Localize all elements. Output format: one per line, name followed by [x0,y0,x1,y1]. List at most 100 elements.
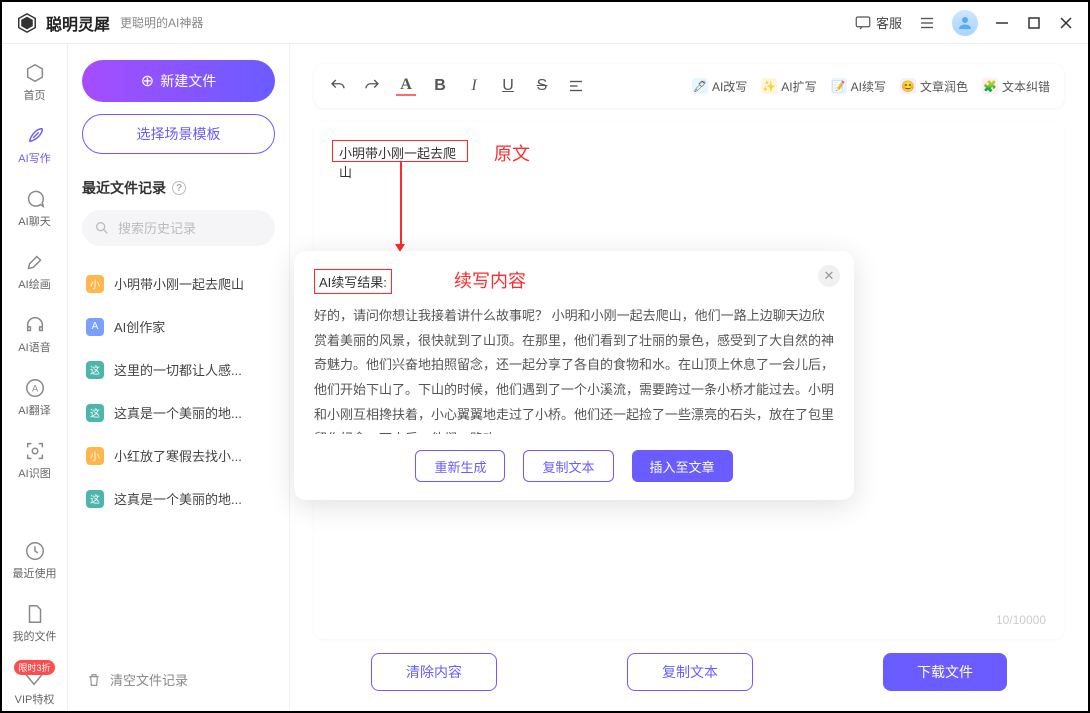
ai-tool-icon: 🧩 [982,78,998,94]
ai-tool-icon: 🖊 [692,78,708,94]
insert-button[interactable]: 插入至文章 [632,450,733,482]
file-tag: 小 [86,447,104,465]
source-text-box: 小明带小刚一起去爬山 [332,140,468,162]
file-name: 这真是一个美丽的地... [114,489,242,508]
translate-icon: A [24,377,46,399]
help-icon[interactable]: ? [172,181,186,195]
nav-label: AI识图 [18,465,50,481]
app-logo-icon [16,12,38,34]
nav-aivoice[interactable]: AI语音 [2,310,67,359]
clear-history-button[interactable]: 清空文件记录 [82,658,275,701]
file-tag: 这 [86,361,104,379]
file-item[interactable]: A AI创作家 [82,305,275,348]
nav-label: AI聊天 [18,213,50,229]
underline-icon[interactable]: U [498,76,518,96]
ai-tool-AI续写[interactable]: 📝AI续写 [831,78,886,95]
user-avatar[interactable] [952,10,978,36]
nav-aichat[interactable]: AI聊天 [2,184,67,233]
promo-badge: 限时3折 [14,660,54,675]
char-counter: 10/10000 [996,613,1046,627]
feather-icon [24,125,46,147]
nav-aitranslate[interactable]: A AI翻译 [2,373,67,422]
popup-body: 好的，请问你想让我接着讲什么故事呢？ 小明和小刚一起去爬山，他们一路上边聊天边欣… [314,304,834,434]
file-tag: A [86,318,104,336]
svg-text:A: A [31,384,38,394]
ai-tool-label: 文本纠错 [1002,78,1050,95]
ai-tool-icon: 📝 [831,78,847,94]
nav-aiimage[interactable]: AI识图 [2,436,67,485]
bottom-bar: 清除内容 复制文本 下载文件 [314,639,1064,697]
file-name: 这里的一切都让人感... [114,360,242,379]
app-title: 聪明灵犀 [46,11,110,35]
feedback-button[interactable]: 客服 [854,13,902,32]
undo-icon[interactable] [328,76,348,96]
strike-icon[interactable]: S [532,76,552,96]
italic-icon[interactable]: I [464,76,484,96]
align-icon[interactable] [566,76,586,96]
nav-rail: 首页 AI写作 AI聊天 AI绘画 AI语音 A AI翻译 AI识图 最近使用 我… [2,44,68,711]
nav-label: VIP特权 [15,691,55,707]
titlebar: 聪明灵犀 更聪明的AI神器 客服 [2,2,1088,44]
bold-icon[interactable]: B [430,76,450,96]
file-item[interactable]: 这这真是一个美丽的地... [82,391,275,434]
minimize-button[interactable] [994,15,1010,31]
ai-tool-label: AI改写 [712,78,747,95]
ai-tool-label: AI续写 [851,78,886,95]
editor-toolbar: A B I U S 🖊AI改写 ✨AI扩写 📝AI续写 😊文章润色 🧩文本纠错 [314,64,1064,108]
nav-label: 我的文件 [13,628,57,644]
chat-icon [854,14,872,32]
file-name: 小明带小刚一起去爬山 [114,274,244,293]
nav-aidraw[interactable]: AI绘画 [2,247,67,296]
nav-vip[interactable]: 限时3折 VIP特权 [2,662,67,711]
file-name: AI创作家 [114,317,165,336]
nav-aiwrite[interactable]: AI写作 [2,121,67,170]
annotation-source: 原文 [494,140,530,166]
file-item[interactable]: 小小明带小刚一起去爬山 [82,262,275,305]
headphone-icon [24,314,46,336]
file-tag: 这 [86,404,104,422]
search-box[interactable] [82,210,275,246]
ai-tool-AI扩写[interactable]: ✨AI扩写 [761,78,816,95]
file-tag: 小 [86,275,104,293]
download-button[interactable]: 下载文件 [883,653,1007,691]
search-input[interactable] [118,221,294,236]
copy-content-button[interactable]: 复制文本 [627,653,753,691]
clear-content-button[interactable]: 清除内容 [371,653,497,691]
message-icon [24,188,46,210]
ai-tool-文本纠错[interactable]: 🧩文本纠错 [982,78,1050,95]
maximize-button[interactable] [1026,15,1042,31]
ai-tool-文章润色[interactable]: 😊文章润色 [900,78,968,95]
file-item[interactable]: 小小红放了寒假去找小... [82,434,275,477]
ai-tool-AI改写[interactable]: 🖊AI改写 [692,78,747,95]
popup-close-button[interactable]: ✕ [818,265,840,287]
nav-recent[interactable]: 最近使用 [2,536,67,585]
new-file-button[interactable]: ⊕ 新建文件 [82,60,275,102]
new-file-label: 新建文件 [160,71,216,91]
menu-icon[interactable] [918,14,936,32]
nav-label: AI绘画 [18,276,50,292]
brush-icon [24,251,46,273]
nav-home[interactable]: 首页 [2,58,67,107]
regenerate-button[interactable]: 重新生成 [415,450,505,482]
clock-icon [24,540,46,562]
annotation-arrow [400,162,402,247]
template-button[interactable]: 选择场景模板 [82,114,275,154]
close-button[interactable] [1058,15,1074,31]
cube-icon [24,62,46,84]
file-icon [24,603,46,625]
font-color-icon[interactable]: A [396,76,416,96]
editor-area: A B I U S 🖊AI改写 ✨AI扩写 📝AI续写 😊文章润色 🧩文本纠错 小明带小… [290,44,1088,711]
file-tag: 这 [86,490,104,508]
file-name: 这真是一个美丽的地... [114,403,242,422]
clear-label: 清空文件记录 [110,670,188,689]
redo-icon[interactable] [362,76,382,96]
nav-myfiles[interactable]: 我的文件 [2,599,67,648]
feedback-label: 客服 [876,13,902,32]
file-item[interactable]: 这这真是一个美丽的地... [82,477,275,520]
nav-label: AI翻译 [18,402,50,418]
app-subtitle: 更聪明的AI神器 [120,14,203,31]
nav-label: 最近使用 [13,565,57,581]
file-item[interactable]: 这这里的一切都让人感... [82,348,275,391]
copy-text-button[interactable]: 复制文本 [523,450,613,482]
content-panel: 小明带小刚一起去爬山 原文 AI续写结果: 续写内容 ✕ 好的，请问你想让我接着… [314,122,1064,639]
